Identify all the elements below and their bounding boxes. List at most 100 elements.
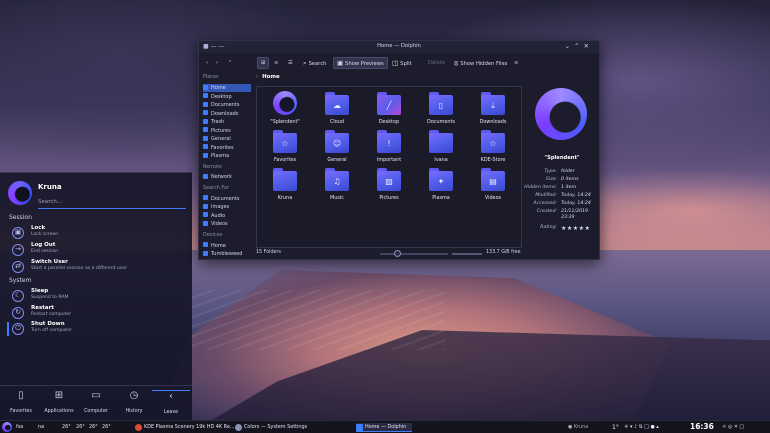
launcher-user-row: Kruna: [8, 181, 186, 209]
application-launcher-icon[interactable]: [2, 422, 12, 432]
file-icon-view[interactable]: "Splendent" ☁ Cloud ╱ Desktop ▯ Document…: [256, 86, 522, 248]
pager-item[interactable]: na: [38, 423, 44, 432]
tab-favorites[interactable]: ▯ Favorites: [2, 390, 40, 420]
file-item-documents[interactable]: ▯ Documents: [415, 91, 467, 129]
device-item-home[interactable]: Home: [203, 242, 251, 250]
tab-computer[interactable]: ▭ Computer: [77, 390, 115, 420]
delete-button[interactable]: Delete: [425, 57, 448, 69]
place-item-documents[interactable]: Documents: [203, 101, 251, 109]
compact-view-button[interactable]: ≡: [271, 57, 281, 69]
places-header: Places: [203, 74, 219, 80]
pager-item[interactable]: fsa: [16, 423, 23, 432]
file-item-plasma[interactable]: ✦ Plasma: [415, 167, 467, 205]
place-item-network[interactable]: Network: [203, 173, 251, 181]
split-button[interactable]: ◫ Split: [389, 57, 415, 69]
task-system-settings[interactable]: Colors — System Settings: [235, 423, 307, 432]
launcher-item-lock[interactable]: ▣ Lock Lock screen: [9, 225, 185, 241]
file-item-splendent[interactable]: "Splendent": [259, 91, 311, 129]
file-item-ivana[interactable]: Ivana: [415, 129, 467, 167]
show-hidden-button[interactable]: ⦻ Show Hidden Files: [451, 57, 510, 69]
place-item-trash[interactable]: Trash: [203, 118, 251, 126]
task-dolphin[interactable]: Home — Dolphin: [356, 423, 413, 432]
devices-header: Devices: [203, 232, 223, 238]
remote-header: Remote: [203, 164, 222, 170]
launcher-search-input[interactable]: [38, 195, 186, 209]
rating-stars[interactable]: ★★★★★: [561, 225, 590, 232]
place-item-downloads[interactable]: Downloads: [203, 110, 251, 118]
up-button[interactable]: ⌃: [225, 57, 235, 69]
task-browser[interactable]: KDE Plasma Scenery 19k HD 4K Re...: [135, 423, 235, 432]
place-item-home[interactable]: Home: [203, 84, 251, 92]
free-space-label: 133.7 GiB free: [486, 250, 521, 255]
free-space-bar: [452, 253, 482, 255]
avatar[interactable]: [8, 181, 32, 205]
file-item-cloud[interactable]: ☁ Cloud: [311, 91, 363, 129]
weather-widget[interactable]: 26°: [76, 423, 85, 432]
window-titlebar[interactable]: ■ — — Home — Dolphin ⌄⌃✕: [199, 41, 599, 53]
tray-icons-right[interactable]: ☼ ◎ ✕ □: [722, 423, 744, 432]
file-item-important[interactable]: ! Important: [363, 129, 415, 167]
user-switcher[interactable]: ● Kruna: [568, 423, 588, 432]
status-bar: 15 Folders 133.7 GiB free: [256, 250, 522, 258]
drive-icon: [203, 250, 208, 256]
launcher-item-subtitle: Suspend to RAM: [31, 295, 69, 300]
zoom-slider-track[interactable]: [380, 253, 448, 255]
file-item-music[interactable]: ♫ Music: [311, 167, 363, 205]
launcher-item-shutdown[interactable]: ⏻ Shut Down Turn off computer: [7, 321, 185, 337]
forward-button[interactable]: ›: [213, 57, 221, 69]
clock-icon: ◷: [129, 390, 139, 401]
tab-applications[interactable]: ⊞ Applications: [40, 390, 78, 420]
back-button[interactable]: ‹: [203, 57, 211, 69]
launcher-item-switch-user[interactable]: ⇄ Switch User Start a parallel session a…: [9, 259, 185, 275]
place-item-pictures[interactable]: Pictures: [203, 127, 251, 135]
file-item-kruna[interactable]: Kruna: [259, 167, 311, 205]
place-item-desktop[interactable]: Desktop: [203, 93, 251, 101]
tab-leave[interactable]: ‹ Leave: [152, 390, 190, 420]
leave-icon: ‹: [169, 391, 173, 402]
window-controls[interactable]: ⌄⌃✕: [565, 42, 593, 50]
place-item-plasma[interactable]: Plasma: [203, 152, 251, 160]
search-item-documents[interactable]: Documents: [203, 195, 251, 203]
file-item-general[interactable]: ☺ General: [311, 129, 363, 167]
dolphin-toolbar: ‹ › ⌃ ⊞ ≡ ☰ ⌕ Search ▣ Show Previews ◫ Spli…: [199, 53, 599, 73]
tab-label: Leave: [163, 410, 179, 415]
weather-widget[interactable]: 26°: [102, 423, 111, 432]
search-button[interactable]: ⌕ Search: [300, 57, 329, 69]
file-item-downloads[interactable]: ⤓ Downloads: [467, 91, 519, 129]
clock[interactable]: 16:36: [690, 422, 714, 431]
file-name: Downloads: [479, 119, 507, 125]
launcher-item-restart[interactable]: ↻ Restart Restart computer: [9, 305, 185, 321]
zoom-slider-handle[interactable]: [394, 250, 401, 257]
hamburger-menu-button[interactable]: ≡: [511, 57, 521, 69]
show-previews-button[interactable]: ▣ Show Previews: [333, 57, 388, 69]
place-item-favorites[interactable]: Favorites: [203, 144, 251, 152]
launcher-item-sleep[interactable]: ☾ Sleep Suspend to RAM: [9, 288, 185, 304]
file-item-desktop[interactable]: ╱ Desktop: [363, 91, 415, 129]
details-view-button[interactable]: ☰: [285, 57, 296, 69]
tab-history[interactable]: ◷ History: [115, 390, 153, 420]
audio-icon: [203, 212, 208, 217]
file-item-pictures[interactable]: ▨ Pictures: [363, 167, 415, 205]
system-tray-icons[interactable]: ☀ ▾ ♪ ⇅ □ ● ▴: [624, 423, 659, 432]
weather-widget[interactable]: 26°: [62, 423, 71, 432]
place-label: Favorites: [211, 144, 234, 151]
file-item-videos[interactable]: ▤ Videos: [467, 167, 519, 205]
weather-temp[interactable]: 1°: [612, 423, 619, 432]
launcher-item-subtitle: Restart computer: [31, 312, 72, 317]
search-item-videos[interactable]: Videos: [203, 220, 251, 228]
info-row-hidden: Hidden items: 1 item: [524, 185, 577, 190]
icons-view-button[interactable]: ⊞: [257, 57, 270, 69]
launcher-item-logout[interactable]: → Log Out End session: [9, 242, 185, 258]
file-item-kde-store[interactable]: ☆ KDE-Store: [467, 129, 519, 167]
file-name: Ivana: [434, 157, 448, 163]
place-item-general[interactable]: General: [203, 135, 251, 143]
device-item-tumbleweed[interactable]: Tumbleweed: [203, 250, 251, 258]
search-item-audio[interactable]: Audio: [203, 212, 251, 220]
breadcrumb[interactable]: › Home: [256, 74, 280, 84]
dolphin-window: ■ — — Home — Dolphin ⌄⌃✕ ‹ › ⌃ ⊞ ≡ ☰ ⌕ Se…: [198, 40, 600, 260]
file-item-favorites[interactable]: ☆ Favorites: [259, 129, 311, 167]
search-item-images[interactable]: Images: [203, 203, 251, 211]
weather-widget[interactable]: 26°: [89, 423, 98, 432]
place-label: Trash: [211, 119, 225, 125]
splendent-icon: [273, 91, 297, 115]
